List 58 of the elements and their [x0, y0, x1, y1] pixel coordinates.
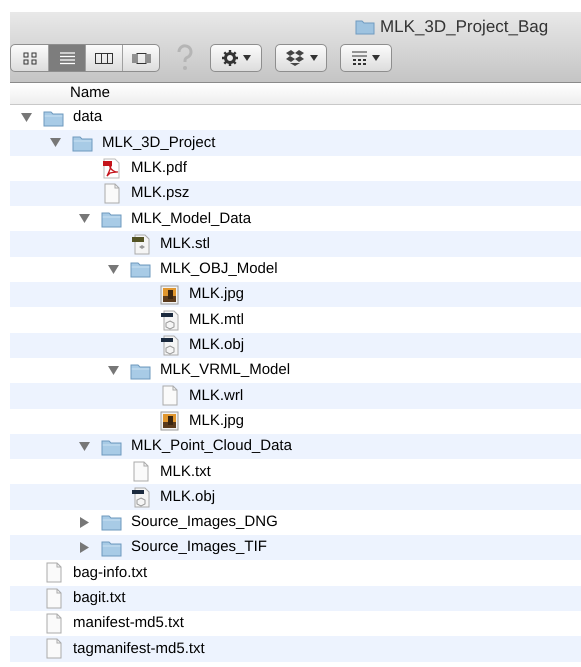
file-name[interactable]: MLK.wrl	[189, 384, 244, 408]
gear-icon	[222, 50, 238, 66]
folder-icon	[72, 134, 92, 152]
columns-icon	[95, 52, 113, 64]
folder-name[interactable]: MLK_Model_Data	[131, 208, 252, 230]
disclosure-triangle-icon[interactable]	[108, 366, 118, 376]
document-icon	[160, 385, 178, 406]
folder-icon	[100, 513, 122, 532]
folder-icon	[130, 260, 150, 278]
disclosure-triangle-icon[interactable]	[50, 138, 60, 148]
file-name[interactable]: MLK.txt	[160, 460, 211, 484]
folder-name[interactable]: data	[73, 106, 102, 129]
action-menu-button[interactable]	[210, 44, 262, 72]
view-mode-control[interactable]	[10, 44, 160, 72]
file-name[interactable]: MLK.stl	[160, 232, 210, 256]
disclosure-triangle-icon[interactable]	[80, 542, 88, 554]
grid-icon	[22, 52, 36, 64]
folder-icon	[100, 210, 122, 228]
column-header[interactable]: Name	[70, 82, 110, 105]
dropbox-menu-button[interactable]	[275, 44, 327, 72]
folder-name[interactable]: MLK_VRML_Model	[160, 359, 290, 382]
image-file-icon	[160, 284, 178, 305]
list-icon	[60, 52, 74, 64]
folder-icon	[100, 438, 122, 456]
file-name[interactable]: MLK.obj	[189, 334, 244, 357]
file-name[interactable]: manifest-md5.txt	[73, 612, 184, 635]
folder-name[interactable]: MLK_3D_Project	[102, 132, 216, 154]
file-name[interactable]: bag-info.txt	[73, 562, 148, 584]
caret-icon	[242, 55, 250, 61]
file-name[interactable]: MLK.pdf	[131, 156, 187, 180]
document-icon	[102, 183, 120, 204]
disclosure-triangle-icon[interactable]	[78, 214, 90, 224]
document-icon	[44, 588, 62, 609]
file-name[interactable]: MLK.jpg	[189, 410, 244, 432]
window-title: MLK_3D_Project_Bag	[380, 16, 548, 38]
caret-icon	[310, 55, 318, 61]
coverflow-icon	[132, 52, 150, 64]
folder-icon	[100, 538, 122, 557]
disclosure-triangle-icon[interactable]	[80, 516, 88, 528]
file-name[interactable]: MLK.jpg	[189, 283, 244, 306]
folder-icon	[42, 108, 64, 127]
caret-icon	[372, 55, 380, 61]
folder-name[interactable]: MLK_OBJ_Model	[160, 258, 278, 281]
disclosure-triangle-icon[interactable]	[20, 113, 32, 122]
disclosure-triangle-icon[interactable]	[108, 264, 118, 274]
file-name[interactable]: MLK.obj	[160, 486, 216, 508]
document-icon	[44, 638, 62, 660]
disclosure-triangle-icon[interactable]	[78, 442, 90, 451]
folder-icon	[355, 19, 375, 35]
folder-icon	[130, 362, 150, 380]
image-file-icon	[160, 411, 178, 432]
file-name[interactable]: MLK.mtl	[189, 308, 244, 332]
folder-name[interactable]: Source_Images_DNG	[131, 511, 278, 534]
arrange-menu-button[interactable]	[340, 44, 392, 72]
file-name[interactable]: MLK.psz	[131, 182, 190, 205]
file-name[interactable]: bagit.txt	[73, 587, 126, 610]
box-icon	[284, 49, 304, 67]
arrange-icon	[352, 50, 367, 66]
